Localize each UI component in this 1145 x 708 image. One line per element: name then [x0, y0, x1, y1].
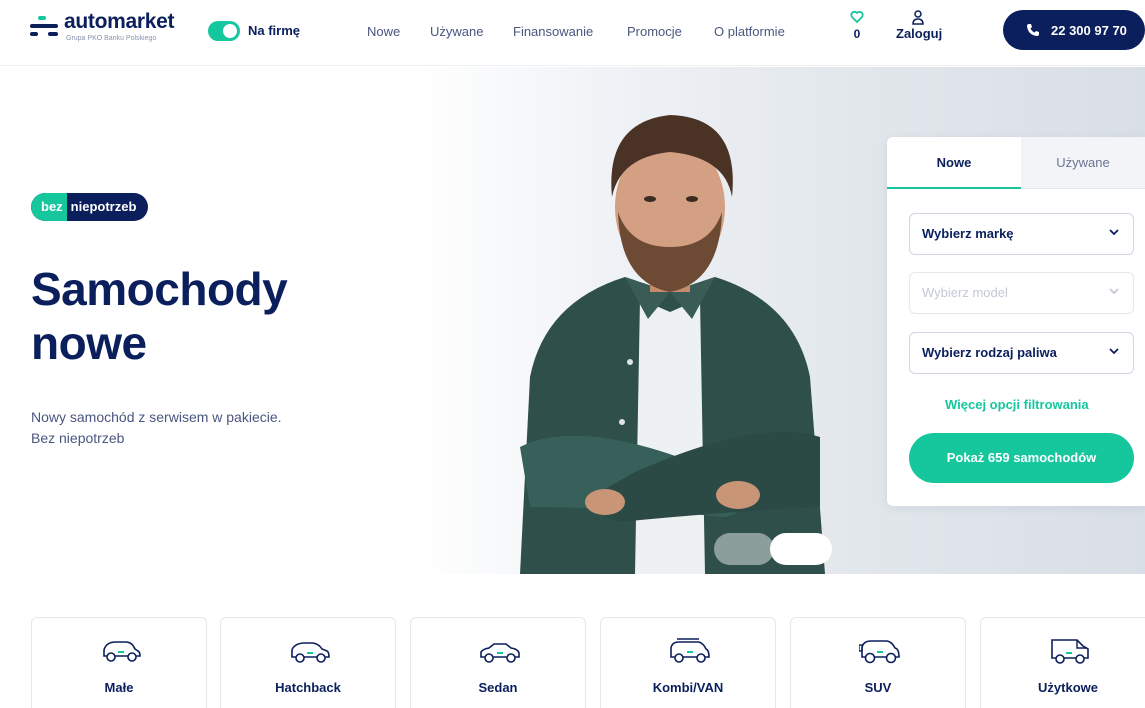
hero-person-image — [520, 115, 825, 574]
car-icon — [859, 640, 900, 664]
chevron-down-icon — [1109, 229, 1119, 236]
phone-number: 22 300 97 70 — [1051, 23, 1127, 38]
hero-section: bez niepotrzeb Samochody nowe Nowy samoch… — [0, 67, 1145, 574]
hero-subtitle: Nowy samochód z serwisem w pakiecie. Bez… — [31, 407, 351, 449]
badge-part-niepotrzeb: niepotrzeb — [70, 199, 137, 214]
phone-icon — [1025, 22, 1041, 38]
automarket-logo[interactable]: automarket Grupa PKO Banku Polskiego — [30, 10, 190, 50]
model-select[interactable]: Wybierz model — [909, 272, 1134, 314]
logo-mark-icon — [30, 16, 58, 36]
hero-subtitle-line-1: Nowy samochód z serwisem w pakiecie. — [31, 409, 282, 425]
nav-nowe[interactable]: Nowe — [367, 24, 400, 39]
category-label: Hatchback — [275, 680, 341, 695]
car-icon — [670, 638, 710, 663]
category-suv[interactable]: SUV — [790, 617, 966, 708]
car-icon — [480, 643, 520, 663]
category-hatchback[interactable]: Hatchback — [220, 617, 396, 708]
brand-select[interactable]: Wybierz markę — [909, 213, 1134, 255]
category-label: Małe — [104, 680, 134, 695]
category-label: Użytkowe — [1038, 680, 1098, 695]
user-icon — [896, 10, 940, 26]
category-uzytkowe[interactable]: Użytkowe — [980, 617, 1145, 708]
login-label: Zaloguj — [896, 26, 943, 41]
business-toggle-label: Na firmę — [248, 23, 301, 38]
login-button[interactable]: Zaloguj — [896, 10, 943, 41]
logo-tagline: Grupa PKO Banku Polskiego — [66, 35, 157, 42]
body-type-categories: Małe Hatchback Sedan Kombi/VAN SUV Użytk… — [0, 574, 1145, 708]
car-icon — [291, 642, 330, 663]
favorite-heart-icon — [845, 10, 869, 26]
category-male[interactable]: Małe — [31, 617, 207, 708]
nav-finansowanie[interactable]: Finansowanie — [513, 24, 593, 39]
category-kombi-van[interactable]: Kombi/VAN — [600, 617, 776, 708]
business-toggle[interactable] — [208, 21, 240, 41]
car-search-panel: Nowe Używane Wybierz markę Wybierz model… — [887, 137, 1145, 506]
fuel-select-value: Wybierz rodzaj paliwa — [922, 345, 1057, 360]
top-header: automarket Grupa PKO Banku Polskiego Na … — [0, 0, 1145, 66]
hero-title: Samochody nowe — [31, 262, 288, 370]
hero-title-line-2: nowe — [31, 317, 147, 369]
carousel-dot-2-active[interactable] — [770, 533, 832, 565]
logo-name: automarket — [64, 10, 175, 33]
more-filters-link[interactable]: Więcej opcji filtrowania — [945, 397, 1089, 412]
carousel-indicators — [714, 533, 832, 565]
chevron-down-icon — [1109, 288, 1119, 295]
show-cars-button[interactable]: Pokaż 659 samochodów — [909, 433, 1134, 483]
fuel-select[interactable]: Wybierz rodzaj paliwa — [909, 332, 1134, 374]
category-sedan[interactable]: Sedan — [410, 617, 586, 708]
tab-nowe[interactable]: Nowe — [887, 137, 1021, 189]
category-label: SUV — [864, 680, 892, 695]
nav-promocje[interactable]: Promocje — [627, 24, 682, 39]
nav-o-platformie[interactable]: O platformie — [714, 24, 785, 39]
badge-part-bez: bez — [31, 193, 67, 221]
favorites-count: 0 — [853, 27, 861, 41]
tab-uzywane[interactable]: Używane — [1021, 137, 1145, 189]
hero-title-line-1: Samochody — [31, 263, 288, 315]
car-icon — [103, 641, 141, 662]
phone-button[interactable]: 22 300 97 70 — [1003, 10, 1145, 50]
favorites-button[interactable]: 0 — [845, 10, 869, 41]
model-select-placeholder: Wybierz model — [922, 285, 1008, 300]
hero-subtitle-line-2: Bez niepotrzeb — [31, 430, 125, 446]
category-label: Kombi/VAN — [652, 680, 724, 695]
toggle-knob — [223, 24, 237, 38]
chevron-down-icon — [1109, 348, 1119, 355]
brand-select-value: Wybierz markę — [922, 226, 1014, 241]
nav-uzywane[interactable]: Używane — [430, 24, 483, 39]
carousel-dot-1[interactable] — [714, 533, 774, 565]
van-icon — [1051, 639, 1089, 664]
bez-niepotrzeb-badge: bez niepotrzeb — [31, 193, 149, 221]
category-label: Sedan — [478, 680, 518, 695]
